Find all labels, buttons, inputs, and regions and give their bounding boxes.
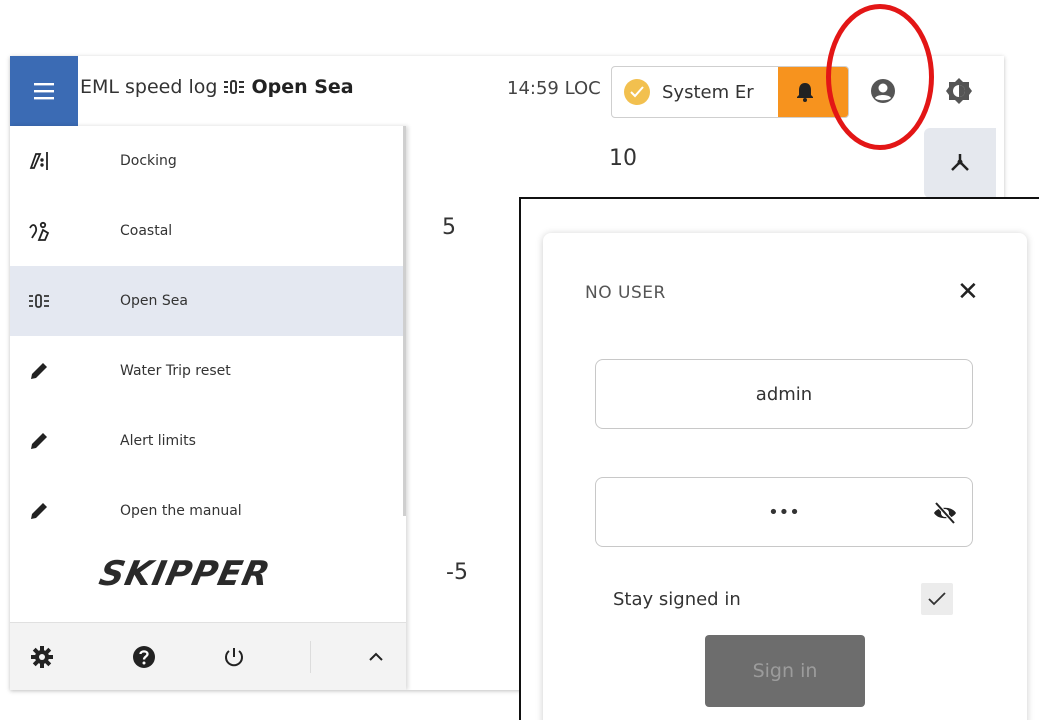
- username-field[interactable]: [595, 359, 973, 429]
- password-field[interactable]: •••: [595, 477, 973, 547]
- sidebar-item-label: Coastal: [120, 223, 173, 239]
- help-icon: [133, 646, 155, 668]
- app-title: EML speed log: [80, 76, 218, 98]
- current-mode-label: Open Sea: [251, 76, 354, 98]
- sidebar-item-open-manual[interactable]: Open the manual: [10, 476, 406, 546]
- password-input[interactable]: •••: [768, 502, 800, 523]
- network-view-button[interactable]: [924, 128, 996, 198]
- network-icon: [951, 154, 969, 171]
- hamburger-menu-button[interactable]: [10, 56, 78, 126]
- sign-in-button[interactable]: Sign in: [705, 635, 865, 707]
- sidebar-item-coastal[interactable]: Coastal: [10, 196, 406, 266]
- gauge-label-10: 10: [609, 146, 637, 171]
- sidebar-item-alert-limits[interactable]: Alert limits: [10, 406, 406, 476]
- sidebar-item-docking[interactable]: Docking: [10, 126, 406, 196]
- bell-icon: [797, 83, 813, 102]
- account-circle-icon: [871, 79, 895, 103]
- stay-signed-in-checkbox[interactable]: [921, 583, 953, 615]
- pencil-icon: [10, 360, 120, 382]
- coastal-icon: [10, 220, 120, 242]
- sidebar-item-label: Docking: [120, 153, 177, 169]
- check-icon: [928, 592, 946, 606]
- sidebar-item-label: Water Trip reset: [120, 363, 231, 379]
- brightness-icon: [946, 78, 972, 104]
- user-account-button[interactable]: [868, 76, 898, 106]
- sidebar-item-label: Open Sea: [120, 293, 188, 309]
- pencil-icon: [10, 430, 120, 452]
- clock-display: 14:59 LOC: [507, 78, 601, 99]
- gear-icon: [31, 646, 53, 668]
- login-dialog: NO USER ✕ ••• Stay signed in Sign in: [543, 233, 1027, 720]
- settings-button[interactable]: [28, 643, 56, 671]
- chevron-up-icon: [369, 652, 383, 661]
- help-button[interactable]: [130, 643, 158, 671]
- gauge-label-5: 5: [442, 215, 456, 240]
- sidebar-footer: [10, 622, 406, 690]
- check-icon: [624, 79, 650, 105]
- hamburger-icon: [34, 83, 54, 100]
- top-bar: EML speed log Open Sea 14:59 LOC System …: [10, 56, 1004, 126]
- footer-divider: [310, 641, 311, 673]
- pencil-icon: [10, 500, 120, 522]
- alert-button[interactable]: [778, 67, 848, 117]
- expand-button[interactable]: [362, 643, 390, 671]
- sidebar-scrollbar[interactable]: [403, 126, 406, 516]
- stay-signed-in-label: Stay signed in: [613, 589, 741, 610]
- app-title-bar: EML speed log Open Sea: [80, 76, 354, 98]
- sidebar-item-open-sea[interactable]: Open Sea: [10, 266, 406, 336]
- system-status-indicator[interactable]: System Er: [611, 66, 849, 118]
- docking-icon: [10, 150, 120, 172]
- gauge-label-minus-5: -5: [446, 560, 468, 585]
- open-sea-icon: [224, 80, 245, 94]
- navigation-drawer: Docking Coastal Open Sea Water Trip rese…: [10, 126, 406, 690]
- sidebar-item-water-trip-reset[interactable]: Water Trip reset: [10, 336, 406, 406]
- close-icon[interactable]: ✕: [957, 277, 979, 307]
- power-icon: [225, 648, 243, 667]
- brightness-button[interactable]: [944, 76, 974, 106]
- power-button[interactable]: [220, 643, 248, 671]
- status-text: System Er: [662, 81, 754, 103]
- eye-off-icon: [934, 501, 956, 525]
- login-dialog-frame: NO USER ✕ ••• Stay signed in Sign in: [519, 197, 1039, 720]
- skipper-logo: SKIPPER: [95, 554, 274, 594]
- username-input[interactable]: [652, 382, 916, 406]
- toggle-password-visibility-button[interactable]: [932, 500, 958, 526]
- login-dialog-title: NO USER: [585, 283, 666, 303]
- sidebar-item-label: Open the manual: [120, 503, 242, 519]
- sidebar-item-label: Alert limits: [120, 433, 196, 449]
- open-sea-icon: [10, 292, 120, 310]
